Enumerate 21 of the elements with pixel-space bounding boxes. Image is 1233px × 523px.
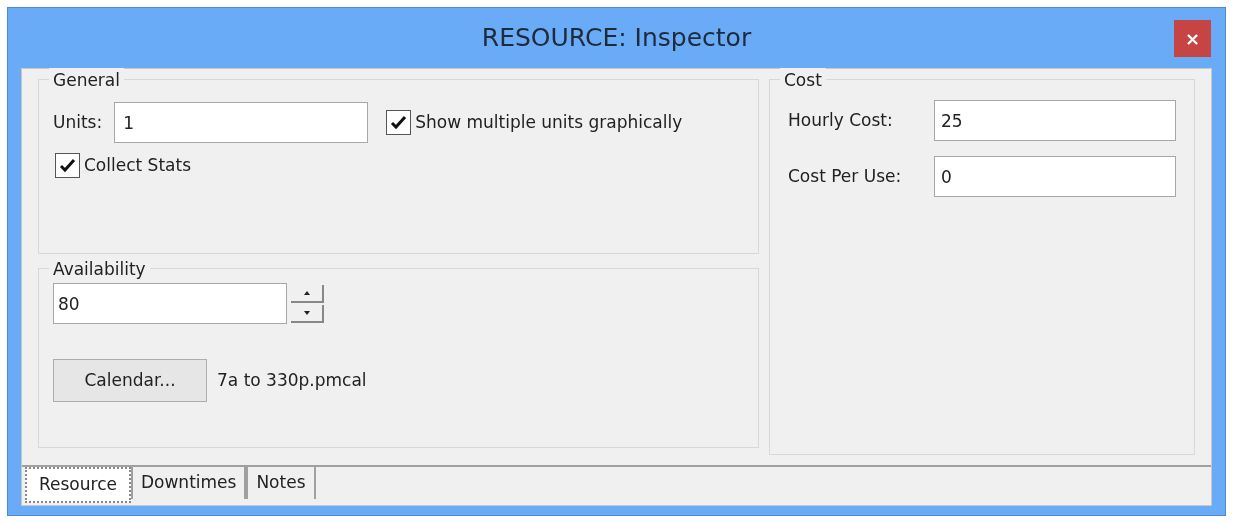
checkbox[interactable] xyxy=(55,153,80,179)
field-label: Hourly Cost: xyxy=(788,108,894,132)
field-label: Units: xyxy=(53,110,103,134)
check-icon xyxy=(59,158,76,174)
cost-field[interactable]: 0 xyxy=(934,156,1176,197)
window-title: RESOURCE: Inspector xyxy=(481,22,752,55)
tab[interactable]: Notes xyxy=(246,467,316,499)
calendar-file-name: 7a to 330p.pmcal xyxy=(217,368,367,392)
checkbox-label: Show multiple units graphically xyxy=(415,110,683,134)
spin-down-icon[interactable] xyxy=(291,304,324,323)
tab[interactable]: Downtimes xyxy=(130,467,247,499)
checkbox-label: Collect Stats xyxy=(84,154,191,177)
check-icon xyxy=(390,115,408,130)
tab[interactable]: Resource xyxy=(25,467,131,503)
availability-field[interactable]: 80 xyxy=(53,283,287,324)
field-label: Cost Per Use: xyxy=(788,164,903,188)
cost-field[interactable]: 25 xyxy=(934,100,1176,141)
checkbox[interactable] xyxy=(386,110,412,135)
calendar-button[interactable]: Calendar... xyxy=(53,359,207,402)
close-button[interactable]: × xyxy=(1174,20,1211,57)
units-field[interactable]: 1 xyxy=(114,102,369,143)
